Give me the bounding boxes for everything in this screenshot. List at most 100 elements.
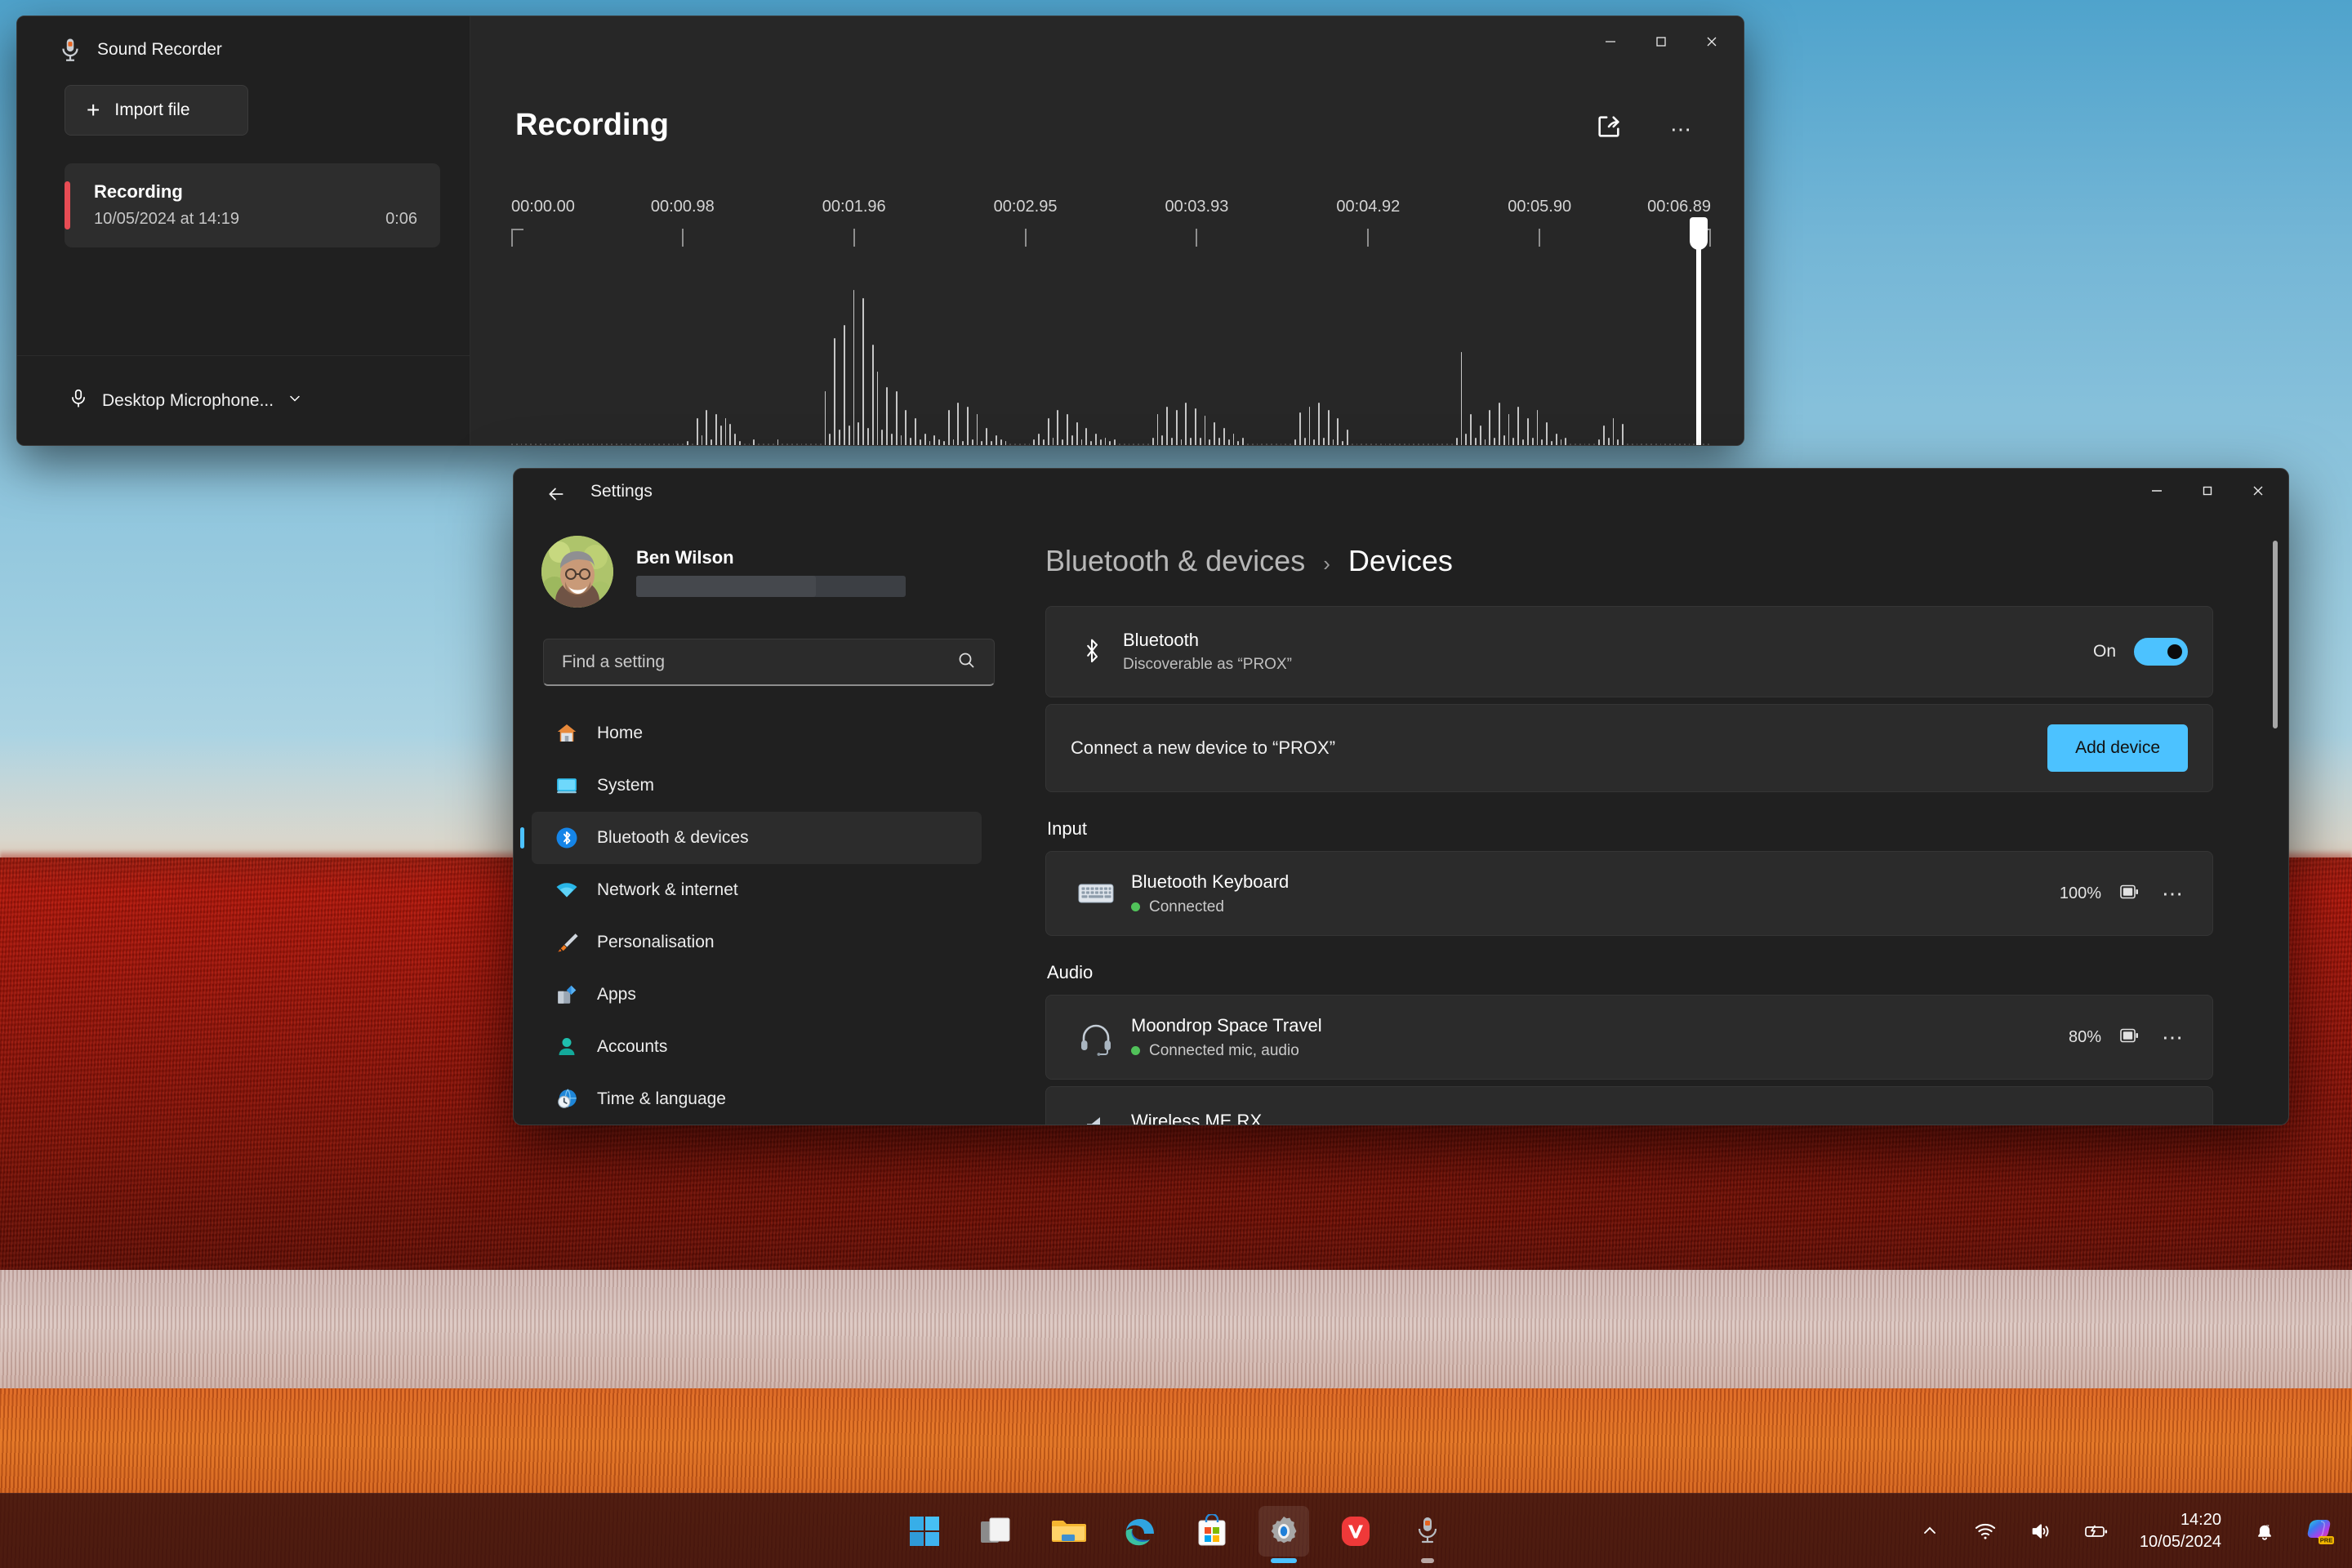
- search-field[interactable]: [543, 639, 995, 686]
- wifi-icon[interactable]: [1968, 1514, 2002, 1548]
- add-device-button[interactable]: Add device: [2047, 724, 2188, 772]
- settings-button[interactable]: [1258, 1505, 1309, 1557]
- waveform-bar: [1071, 435, 1073, 445]
- sidebar-item-accounts[interactable]: Accounts: [532, 1021, 982, 1073]
- waveform-bar: [1489, 410, 1491, 445]
- back-arrow-icon[interactable]: [538, 480, 574, 508]
- more-icon[interactable]: ⋯: [2158, 1027, 2188, 1048]
- device-status: Connected mic, audio: [1131, 1042, 1322, 1060]
- share-icon[interactable]: [1595, 113, 1623, 145]
- waveform-bar: [952, 439, 955, 445]
- settings-minimize-button[interactable]: [2132, 472, 2182, 510]
- avatar[interactable]: [541, 536, 613, 608]
- battery-icon: [2118, 1026, 2142, 1049]
- import-file-button[interactable]: + Import file: [65, 85, 248, 136]
- sound-recorder-button[interactable]: [1402, 1506, 1453, 1557]
- sidebar-item-apps[interactable]: Apps: [532, 969, 982, 1021]
- edge-button[interactable]: [1115, 1506, 1165, 1557]
- settings-close-button[interactable]: [2233, 472, 2283, 510]
- waveform-bar: [1626, 443, 1628, 445]
- settings-maximize-button[interactable]: [2182, 472, 2233, 510]
- waveform-bar: [1437, 443, 1439, 445]
- sidebar-item-bluetooth-devices[interactable]: Bluetooth & devices: [532, 812, 982, 864]
- waveform-bar: [1028, 443, 1031, 445]
- keyboard-icon: [1071, 880, 1121, 907]
- recorder-close-button[interactable]: [1686, 23, 1737, 60]
- recording-heading: Recording: [515, 108, 669, 142]
- sidebar-item-network-internet[interactable]: Network & internet: [532, 864, 982, 916]
- waveform-bar: [724, 417, 727, 445]
- waveform-bar: [1688, 443, 1690, 445]
- file-explorer-button[interactable]: [1043, 1506, 1094, 1557]
- waveform-bar: [1119, 443, 1120, 445]
- waveform-bar: [1052, 437, 1054, 445]
- sidebar-item-system[interactable]: System: [532, 760, 982, 812]
- sidebar-item-personalisation[interactable]: Personalisation: [532, 916, 982, 969]
- waveform-bar: [1356, 443, 1358, 445]
- start-button[interactable]: [899, 1506, 950, 1557]
- waveform-bar: [691, 443, 693, 445]
- user-profile[interactable]: Ben Wilson: [514, 514, 998, 608]
- bluetooth-icon: [1071, 637, 1113, 666]
- waveform-bar: [1526, 417, 1529, 445]
- waveform-bar: [1522, 439, 1524, 445]
- chevron-up-icon[interactable]: [1913, 1514, 1947, 1548]
- volume-icon[interactable]: [2024, 1514, 2058, 1548]
- microphone-icon: [56, 36, 84, 64]
- device-row[interactable]: Bluetooth Keyboard Connected 100% ⋯: [1045, 851, 2213, 936]
- waveform-bar: [1683, 443, 1686, 445]
- task-view-button[interactable]: [971, 1506, 1022, 1557]
- bluetooth-toggle-card[interactable]: Bluetooth Discoverable as “PROX” On: [1045, 606, 2213, 697]
- clock[interactable]: 14:20 10/05/2024: [2135, 1509, 2226, 1553]
- battery-percentage: 80%: [2068, 1027, 2101, 1046]
- waveform-bar: [1180, 439, 1183, 445]
- waveform-bar: [1023, 443, 1026, 445]
- copilot-icon[interactable]: PRE: [2303, 1514, 2337, 1548]
- search-icon[interactable]: [956, 650, 976, 674]
- more-icon[interactable]: ⋯: [2158, 1118, 2188, 1125]
- recording-waveform[interactable]: [511, 270, 1711, 445]
- waveform-bar: [743, 443, 746, 445]
- waveform-bar: [1588, 443, 1591, 445]
- waveform-bar: [587, 443, 589, 445]
- microsoft-store-button[interactable]: [1187, 1506, 1237, 1557]
- breadcrumb: Bluetooth & devices › Devices: [998, 514, 2288, 578]
- waveform-bar: [615, 443, 617, 445]
- more-icon[interactable]: ⋯: [2158, 883, 2188, 904]
- recording-duration: 0:06: [385, 210, 417, 228]
- timeline-label: 00:04.92: [1336, 198, 1401, 216]
- bluetooth-toggle[interactable]: [2134, 638, 2188, 666]
- waveform-bar: [1408, 443, 1410, 445]
- waveform-bar: [858, 421, 860, 445]
- scrollbar[interactable]: [2273, 541, 2278, 728]
- settings-window[interactable]: Settings Ben Wilson Find a setting Home …: [513, 468, 2289, 1125]
- battery-charging-icon[interactable]: [2079, 1514, 2114, 1548]
- device-row[interactable]: Moondrop Space Travel Connected mic, audi…: [1045, 995, 2213, 1080]
- waveform-bar: [947, 410, 950, 445]
- status-dot: [1131, 902, 1140, 911]
- sidebar-item-home[interactable]: Home: [532, 707, 982, 760]
- sound-recorder-window[interactable]: Recording ⋯ 00:00.00 00:00.98 00:01.96 00:0…: [16, 16, 1744, 446]
- waveform-bar: [1000, 439, 1002, 445]
- recorder-timeline-ruler[interactable]: 00:00.00 00:00.98 00:01.96 00:02.95 00:03.93…: [511, 198, 1711, 247]
- recording-title: Recording: [94, 181, 183, 202]
- recorder-maximize-button[interactable]: [1636, 23, 1686, 60]
- more-icon[interactable]: ⋯: [1667, 118, 1696, 140]
- microphone-selector[interactable]: Desktop Microphone...: [17, 355, 470, 445]
- vivaldi-button[interactable]: [1330, 1506, 1381, 1557]
- waveform-bar: [1441, 443, 1444, 445]
- recorder-minimize-button[interactable]: [1585, 23, 1636, 60]
- device-row[interactable]: Wireless ME RX ⋯: [1045, 1086, 2213, 1125]
- bluetooth-card-title: Bluetooth: [1123, 630, 1199, 650]
- search-input[interactable]: [562, 652, 956, 672]
- list-item[interactable]: Recording 10/05/2024 at 14:19 0:06: [65, 163, 440, 247]
- sidebar-item-label: Accounts: [597, 1037, 668, 1056]
- waveform-bar: [1275, 443, 1277, 445]
- breadcrumb-parent[interactable]: Bluetooth & devices: [1045, 544, 1305, 578]
- sidebar-item-time-language[interactable]: Time & language: [532, 1073, 982, 1125]
- waveform-bar: [1166, 406, 1168, 445]
- waveform-bar: [539, 443, 541, 445]
- notifications-bell-dnd-icon[interactable]: z: [2247, 1514, 2282, 1548]
- waveform-bar: [1446, 443, 1448, 445]
- timeline-tick: [1539, 229, 1541, 247]
